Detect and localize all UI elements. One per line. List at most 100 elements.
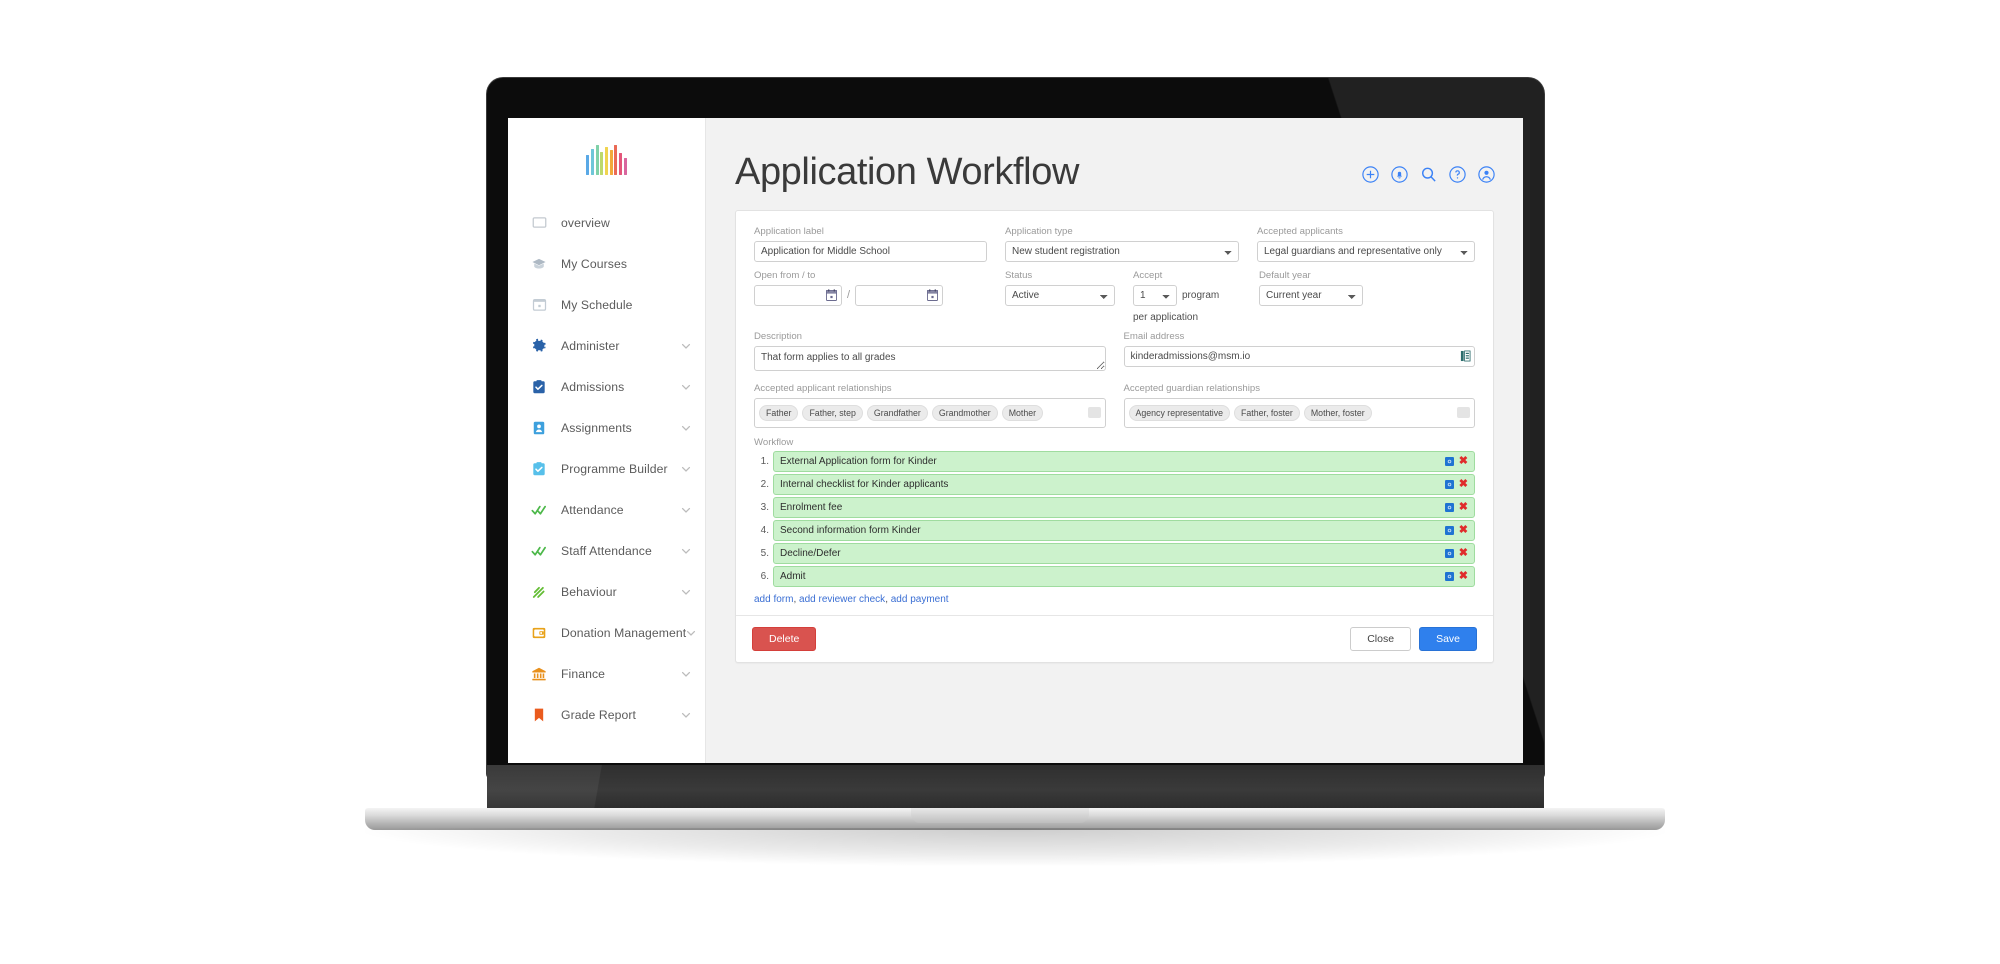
step-delete-icon[interactable]: ✖ [1459,502,1468,513]
laptop-hinge-shade [487,765,687,811]
description-textarea[interactable]: That form applies to all grades [754,346,1106,371]
workflow-step-name: Admit [780,571,1437,582]
workflow-step-name: Decline/Defer [780,548,1437,559]
applicant-relationship-tag[interactable]: Grandmother [932,405,998,421]
workflow-step-input[interactable]: Second information form Kinder✖ [773,520,1475,541]
workflow-step-input[interactable]: Admit ✖ [773,566,1475,587]
sidebar-item-behaviour[interactable]: Behaviour [508,571,705,612]
applicant-relationship-tag[interactable]: Grandfather [867,405,928,421]
double-check-icon [530,542,548,560]
application-type-select[interactable]: New student registration [1005,241,1239,262]
workflow-step-actions: ✖ [1445,502,1468,513]
guardian-relationship-tag[interactable]: Agency representative [1129,405,1231,421]
applicant-relationship-tag[interactable]: Father, step [802,405,862,421]
chevron-down-icon[interactable] [681,710,691,720]
app-logo[interactable] [508,118,705,202]
save-button[interactable]: Save [1419,627,1477,652]
sidebar-item-grade-report[interactable]: Grade Report [508,694,705,735]
workflow-step-input[interactable]: External Application form for Kinder ✖ [773,451,1475,472]
guardian-relationship-tag[interactable]: Father, foster [1234,405,1300,421]
search-icon[interactable] [1419,165,1438,184]
step-settings-icon[interactable] [1445,457,1454,466]
application-window: overviewMy CoursesMy ScheduleAdministerA… [508,118,1523,763]
step-settings-icon[interactable] [1445,526,1454,535]
guardian-relationship-tag[interactable]: Mother, foster [1304,405,1372,421]
applicant-relationship-more-button[interactable] [1088,407,1101,418]
close-button[interactable]: Close [1350,627,1411,652]
calendar-icon[interactable] [826,289,837,301]
chevron-down-icon[interactable] [681,464,691,474]
workflow-step-name: External Application form for Kinder [780,456,1437,467]
step-delete-icon[interactable]: ✖ [1459,571,1468,582]
step-settings-icon[interactable] [1445,480,1454,489]
chevron-down-icon[interactable] [681,341,691,351]
field-status: Status Active [1005,270,1115,323]
status-select[interactable]: Active [1005,285,1115,306]
add-icon[interactable] [1361,165,1380,184]
step-delete-icon[interactable]: ✖ [1459,456,1468,467]
guardian-relationship-more-button[interactable] [1457,407,1470,418]
calendar-icon [530,296,548,314]
sidebar-item-administer[interactable]: Administer [508,325,705,366]
chevron-down-icon[interactable] [681,423,691,433]
sidebar-item-label: overview [561,216,610,230]
sidebar-item-overview[interactable]: overview [508,202,705,243]
merge-field-icon[interactable] [1460,350,1471,362]
chevron-down-icon[interactable] [686,628,696,638]
applicant-relationship-tag[interactable]: Mother [1002,405,1043,421]
workflow-link-add-payment[interactable]: add payment [891,594,949,605]
sidebar-item-my-schedule[interactable]: My Schedule [508,284,705,325]
workflow-step-input[interactable]: Enrolment fee✖ [773,497,1475,518]
sidebar-item-donation-management[interactable]: Donation Management [508,612,705,653]
chevron-down-icon[interactable] [681,669,691,679]
sidebar-item-assignments[interactable]: Assignments [508,407,705,448]
logo-bar [624,158,627,175]
accept-count-select[interactable]: 1 [1133,285,1177,306]
workflow-step-input[interactable]: Decline/Defer ✖ [773,543,1475,564]
description-label: Description [754,331,1106,343]
default-year-select[interactable]: Current year [1259,285,1363,306]
step-delete-icon[interactable]: ✖ [1459,479,1468,490]
chevron-down-icon[interactable] [681,382,691,392]
email-address-input[interactable] [1124,346,1476,367]
accepted-applicant-relationships-tagbox[interactable]: FatherFather, step GrandfatherGrandmother… [754,398,1106,428]
sidebar-item-label: Finance [561,667,605,681]
chevron-down-icon[interactable] [681,505,691,515]
workflow-link-add-form[interactable]: add form [754,594,793,605]
open-from-wrap [754,285,842,306]
step-delete-icon[interactable]: ✖ [1459,525,1468,536]
help-icon[interactable] [1448,165,1467,184]
sidebar-item-my-courses[interactable]: My Courses [508,243,705,284]
workflow-step-input[interactable]: Internal checklist for Kinder applicants… [773,474,1475,495]
notifications-icon[interactable] [1390,165,1409,184]
chevron-down-icon[interactable] [681,587,691,597]
sidebar-item-admissions[interactable]: Admissions [508,366,705,407]
sidebar-item-programme-builder[interactable]: Programme Builder [508,448,705,489]
logo-bar [600,152,603,175]
applicant-relationship-tag[interactable]: Father [759,405,798,421]
chevron-down-icon[interactable] [681,546,691,556]
sidebar-item-attendance[interactable]: Attendance [508,489,705,530]
logo-bar [605,147,608,175]
step-settings-icon[interactable] [1445,572,1454,581]
sidebar-item-staff-attendance[interactable]: Staff Attendance [508,530,705,571]
workflow-step-number: 1. [754,456,769,467]
accepted-guardian-relationships-tagbox[interactable]: Agency representativeFather, fosterMothe… [1124,398,1476,428]
application-workflow-card: Application label Application type New s… [735,210,1494,663]
id-badge-icon [530,419,548,437]
sidebar-item-finance[interactable]: Finance [508,653,705,694]
step-settings-icon[interactable] [1445,503,1454,512]
step-settings-icon[interactable] [1445,549,1454,558]
calendar-icon[interactable] [927,289,938,301]
account-icon[interactable] [1477,165,1496,184]
accepted-applicants-select[interactable]: Legal guardians and representative only [1257,241,1475,262]
page-header: Application Workflow [706,118,1523,200]
delete-button[interactable]: Delete [752,627,816,652]
form-row-3: Description That form applies to all gra… [754,331,1475,376]
logo-bar [614,145,617,175]
workflow-link-add-reviewer-check[interactable]: add reviewer check [799,594,885,605]
step-delete-icon[interactable]: ✖ [1459,548,1468,559]
workflow-step-row: 6.Admit✖ [754,566,1475,587]
workflow-step-actions: ✖ [1445,456,1468,467]
application-label-input[interactable] [754,241,987,262]
